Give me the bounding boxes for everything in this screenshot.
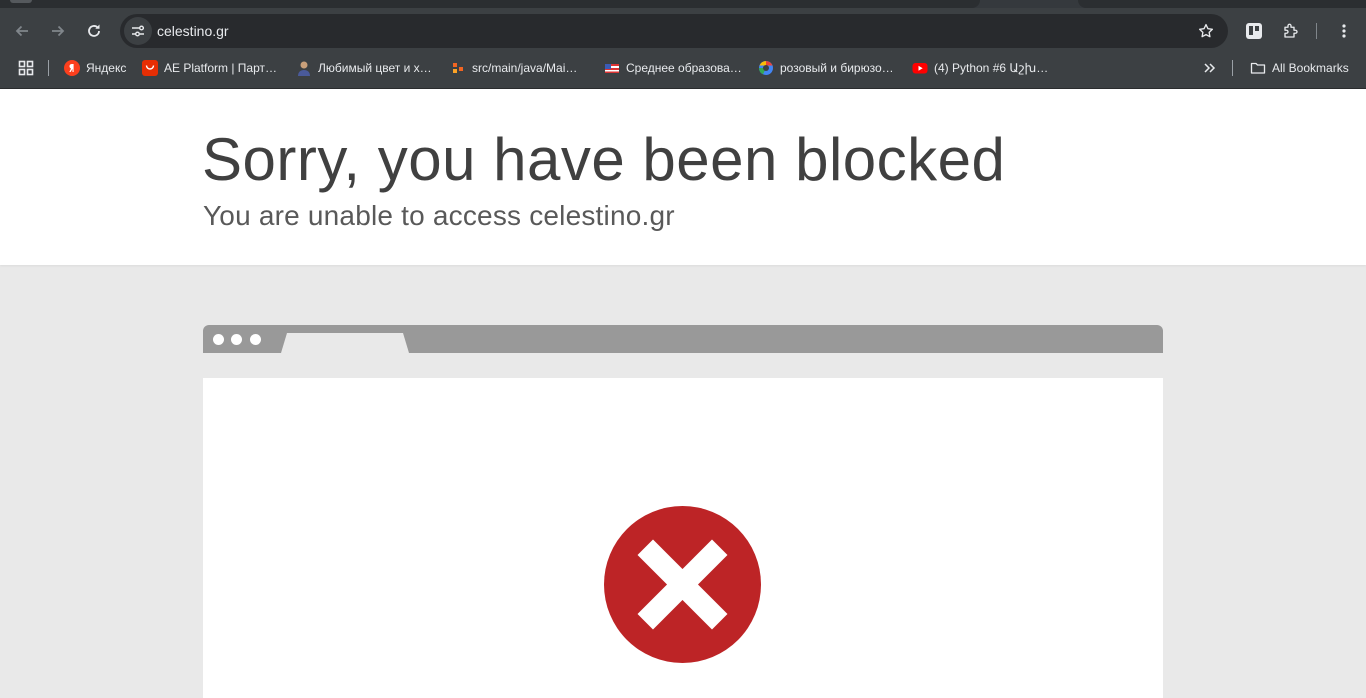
aliexpress-icon bbox=[142, 60, 158, 76]
bookmark-label: AE Platform | Парт… bbox=[164, 61, 278, 75]
bookmark-yandex[interactable]: Яндекс bbox=[64, 54, 126, 82]
block-page-header: Sorry, you have been blocked You are una… bbox=[0, 89, 1366, 265]
puzzle-icon bbox=[1284, 23, 1298, 38]
star-icon bbox=[1198, 23, 1214, 38]
more-vertical-icon bbox=[1342, 24, 1346, 38]
window-dot bbox=[231, 334, 242, 345]
folder-icon bbox=[1250, 60, 1266, 76]
extensions-button[interactable] bbox=[1276, 16, 1306, 46]
bookmark-youtube-python[interactable]: (4) Python #6 Աշխ… bbox=[912, 54, 1048, 82]
menu-button[interactable] bbox=[1329, 16, 1359, 46]
reload-button[interactable] bbox=[79, 16, 109, 46]
browser-illustration-bar bbox=[203, 325, 1163, 353]
back-button[interactable] bbox=[7, 16, 37, 46]
bookmark-ae-platform[interactable]: AE Platform | Парт… bbox=[142, 54, 277, 82]
google-icon bbox=[758, 60, 774, 76]
browser-illustration-window bbox=[203, 378, 1163, 698]
bookmarks-divider bbox=[1232, 60, 1233, 76]
all-bookmarks-button[interactable]: All Bookmarks bbox=[1250, 54, 1349, 82]
bookmark-label: Любимый цвет и х… bbox=[318, 61, 432, 75]
bookmark-label: (4) Python #6 Աշխ… bbox=[934, 61, 1049, 75]
address-bar[interactable]: celestino.gr bbox=[120, 14, 1228, 48]
browser-illustration-tab bbox=[281, 333, 409, 353]
bookmark-label: Яндекс bbox=[86, 61, 127, 75]
bookmark-label: src/main/java/Mai… bbox=[472, 61, 578, 75]
bookmark-label: розовый и бирюзо… bbox=[780, 61, 894, 75]
tab-strip bbox=[0, 0, 1366, 8]
apps-button[interactable] bbox=[18, 54, 34, 82]
gitlab-icon bbox=[450, 60, 466, 76]
tab-edge bbox=[10, 0, 32, 3]
more-bookmarks-button[interactable] bbox=[1202, 54, 1216, 82]
page-subtitle: You are unable to access celestino.gr bbox=[203, 200, 675, 231]
bookmark-google-search[interactable]: розовый и бирюзо… bbox=[758, 54, 894, 82]
yandex-icon bbox=[64, 60, 80, 76]
app-extension-icon bbox=[1246, 23, 1262, 39]
bookmark-star-button[interactable] bbox=[1196, 21, 1216, 41]
all-bookmarks-label: All Bookmarks bbox=[1272, 61, 1349, 75]
extension-app-button[interactable] bbox=[1239, 16, 1269, 46]
flag-icon bbox=[604, 60, 620, 76]
inactive-tab[interactable] bbox=[0, 0, 980, 8]
reload-icon bbox=[88, 24, 100, 37]
person-icon bbox=[296, 60, 312, 76]
youtube-icon bbox=[912, 60, 928, 76]
window-dot bbox=[250, 334, 261, 345]
bookmark-label: Среднее образова… bbox=[626, 61, 742, 75]
page-title: Sorry, you have been blocked bbox=[202, 126, 1006, 193]
apps-grid-icon bbox=[18, 60, 34, 76]
bookmarks-bar: Яндекс AE Platform | Парт… Любимый цвет … bbox=[0, 54, 1366, 89]
site-info-button[interactable] bbox=[124, 17, 152, 45]
toolbar-divider bbox=[1316, 23, 1317, 39]
forward-button[interactable] bbox=[43, 16, 73, 46]
chevron-double-right-icon bbox=[1204, 63, 1216, 73]
browser-toolbar: celestino.gr bbox=[0, 8, 1366, 54]
arrow-left-icon bbox=[15, 25, 28, 37]
inactive-tab[interactable] bbox=[1078, 0, 1366, 8]
tune-icon bbox=[132, 25, 144, 37]
arrow-right-icon bbox=[52, 25, 65, 37]
bookmark-education[interactable]: Среднее образова… bbox=[604, 54, 742, 82]
bookmark-favorite-color[interactable]: Любимый цвет и х… bbox=[296, 54, 432, 82]
url-text[interactable]: celestino.gr bbox=[157, 14, 229, 48]
bookmark-gitlab[interactable]: src/main/java/Mai… bbox=[450, 54, 577, 82]
window-dot bbox=[213, 334, 224, 345]
error-x-icon bbox=[603, 505, 762, 664]
bookmarks-divider bbox=[48, 60, 49, 76]
